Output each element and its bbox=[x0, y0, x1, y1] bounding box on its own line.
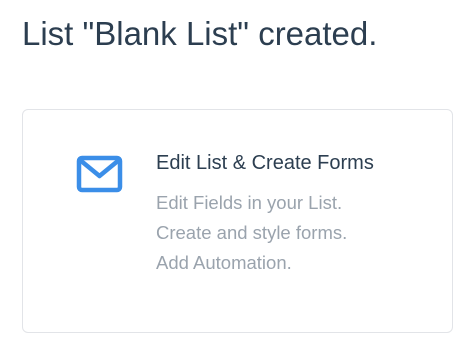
page-title: List "Blank List" created. bbox=[22, 15, 378, 52]
card-text: Edit List & Create Forms Edit Fields in … bbox=[156, 150, 442, 278]
card-description-line: Add Automation. bbox=[156, 252, 292, 273]
card-heading[interactable]: Edit List & Create Forms bbox=[156, 150, 442, 176]
envelope-icon bbox=[76, 155, 123, 193]
edit-list-card[interactable]: Edit List & Create Forms Edit Fields in … bbox=[22, 109, 453, 333]
card-description-line: Create and style forms. bbox=[156, 222, 348, 243]
page: List "Blank List" created. Edit List & C… bbox=[0, 0, 476, 355]
card-description-line: Edit Fields in your List. bbox=[156, 192, 343, 213]
